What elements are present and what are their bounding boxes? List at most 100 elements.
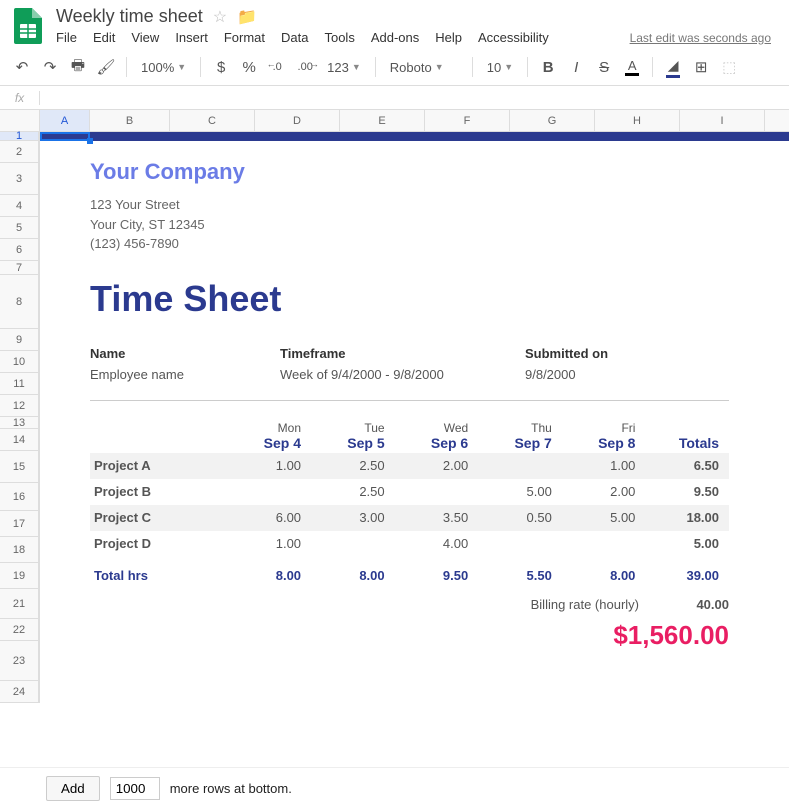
menu-format[interactable]: Format [224, 30, 265, 45]
sheet-title: Time Sheet [90, 278, 789, 320]
add-rows-input[interactable] [110, 777, 160, 800]
col-header-D[interactable]: D [255, 110, 340, 131]
fill-handle[interactable] [87, 138, 93, 144]
folder-icon[interactable]: 📁 [237, 7, 257, 27]
row-header-19[interactable]: 19 [0, 563, 39, 589]
merge-button[interactable]: ⬚ [717, 55, 741, 79]
row-header-14[interactable]: 14 [0, 429, 39, 451]
row-header-17[interactable]: 17 [0, 511, 39, 537]
sheet-canvas[interactable]: Your Company 123 Your Street Your City, … [40, 132, 789, 703]
total-fri: 8.00 [562, 568, 646, 583]
menu-data[interactable]: Data [281, 30, 308, 45]
row-header-13[interactable]: 13 [0, 417, 39, 429]
row-header-1[interactable]: 1 [0, 132, 39, 141]
row-header-16[interactable]: 16 [0, 483, 39, 511]
row-header-21[interactable]: 21 [0, 589, 39, 619]
number-format-dropdown[interactable]: 123▼ [321, 55, 367, 79]
select-all-corner[interactable] [0, 110, 40, 132]
bold-button[interactable]: B [536, 55, 560, 79]
day-wed: Wed [395, 421, 469, 435]
project-name: Project A [90, 458, 227, 473]
add-rows-text: more rows at bottom. [170, 781, 292, 796]
italic-button[interactable]: I [564, 55, 588, 79]
fx-label: fx [0, 91, 40, 105]
row-header-15[interactable]: 15 [0, 451, 39, 483]
row-total: 6.50 [645, 458, 729, 473]
row-header-8[interactable]: 8 [0, 275, 39, 329]
dec-decimal-button[interactable]: .0← [265, 55, 289, 79]
hours-cell: 2.00 [562, 484, 646, 499]
day-tue: Tue [311, 421, 385, 435]
row-header-18[interactable]: 18 [0, 537, 39, 563]
row-total: 9.50 [645, 484, 729, 499]
row-header-22[interactable]: 22 [0, 619, 39, 641]
total-thu: 5.50 [478, 568, 562, 583]
row-header-11[interactable]: 11 [0, 373, 39, 395]
currency-button[interactable]: $ [209, 55, 233, 79]
print-icon[interactable]: 🖶 [66, 55, 90, 79]
project-name: Project B [90, 484, 227, 499]
col-header-C[interactable]: C [170, 110, 255, 131]
divider [90, 400, 729, 401]
row-header-2[interactable]: 2 [0, 141, 39, 163]
row-total: 18.00 [645, 510, 729, 525]
hours-cell: 1.00 [227, 458, 311, 473]
row-header-9[interactable]: 9 [0, 329, 39, 351]
col-header-G[interactable]: G [510, 110, 595, 131]
menu-view[interactable]: View [131, 30, 159, 45]
last-edit-link[interactable]: Last edit was seconds ago [630, 31, 771, 45]
text-color-button[interactable]: A [620, 55, 644, 79]
total-tue: 8.00 [311, 568, 395, 583]
date-sep7: Sep 7 [478, 435, 552, 451]
hours-cell: 5.00 [562, 510, 646, 525]
strike-button[interactable]: S [592, 55, 616, 79]
redo-icon[interactable]: ↷ [38, 55, 62, 79]
hours-cell: 4.00 [395, 536, 479, 551]
menu-insert[interactable]: Insert [175, 30, 208, 45]
menu-help[interactable]: Help [435, 30, 462, 45]
day-fri: Fri [562, 421, 636, 435]
grand-total: $1,560.00 [90, 620, 729, 651]
row-header-10[interactable]: 10 [0, 351, 39, 373]
addr-line1: 123 Your Street [90, 195, 789, 215]
row-header-4[interactable]: 4 [0, 195, 39, 217]
add-rows-footer: Add more rows at bottom. [0, 767, 789, 809]
formula-bar: fx [0, 86, 789, 110]
menu-accessibility[interactable]: Accessibility [478, 30, 549, 45]
col-header-E[interactable]: E [340, 110, 425, 131]
formula-input[interactable] [40, 86, 789, 109]
zoom-dropdown[interactable]: 100%▼ [135, 55, 192, 79]
row-header-24[interactable]: 24 [0, 681, 39, 703]
add-rows-button[interactable]: Add [46, 776, 100, 801]
col-header-F[interactable]: F [425, 110, 510, 131]
undo-icon[interactable]: ↶ [10, 55, 34, 79]
row-header-5[interactable]: 5 [0, 217, 39, 239]
menu-edit[interactable]: Edit [93, 30, 115, 45]
col-header-H[interactable]: H [595, 110, 680, 131]
inc-decimal-button[interactable]: .00→ [293, 55, 317, 79]
date-sep6: Sep 6 [395, 435, 469, 451]
row-header-3[interactable]: 3 [0, 163, 39, 195]
row1-blue-bar [40, 132, 789, 141]
borders-button[interactable]: ⊞ [689, 55, 713, 79]
row-header-12[interactable]: 12 [0, 395, 39, 417]
doc-title[interactable]: Weekly time sheet [56, 6, 203, 27]
hours-cell: 5.00 [478, 484, 562, 499]
percent-button[interactable]: % [237, 55, 261, 79]
font-dropdown[interactable]: Roboto▼ [384, 55, 464, 79]
star-icon[interactable]: ☆ [213, 7, 227, 27]
row-header-7[interactable]: 7 [0, 261, 39, 275]
row-header-23[interactable]: 23 [0, 641, 39, 681]
total-mon: 8.00 [227, 568, 311, 583]
fill-color-button[interactable]: ◢ [661, 55, 685, 79]
menu-addons[interactable]: Add-ons [371, 30, 419, 45]
menu-file[interactable]: File [56, 30, 77, 45]
row-header-6[interactable]: 6 [0, 239, 39, 261]
font-size-dropdown[interactable]: 10▼ [481, 55, 519, 79]
sheets-logo[interactable] [10, 8, 46, 44]
col-header-A[interactable]: A [40, 110, 90, 131]
col-header-I[interactable]: I [680, 110, 765, 131]
menu-tools[interactable]: Tools [324, 30, 354, 45]
paintformat-icon[interactable]: 🖌 [94, 55, 118, 79]
col-header-B[interactable]: B [90, 110, 170, 131]
